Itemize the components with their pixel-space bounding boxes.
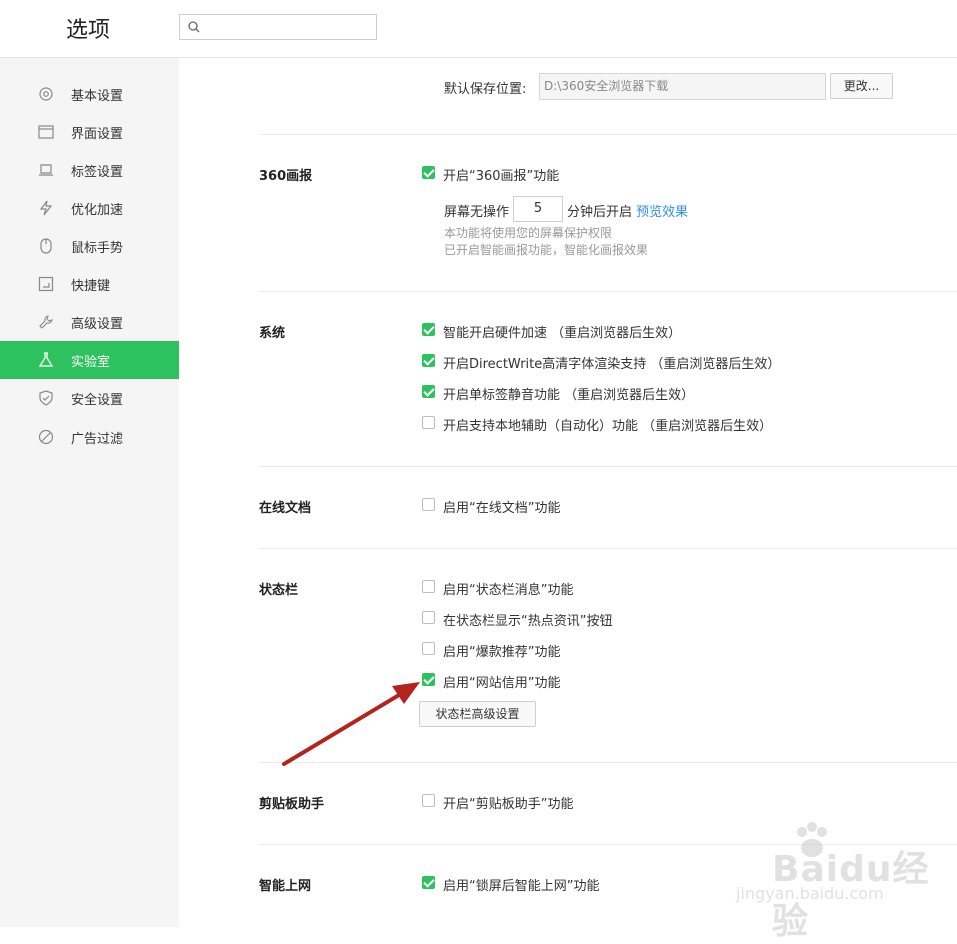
tab-icon	[39, 164, 53, 176]
watermark-sub: jingyan.baidu.com	[736, 884, 884, 903]
divider	[259, 291, 957, 292]
sidebar: 基本设置 界面设置 标签设置 优化加速 鼠标手势 快捷键 高级设置 实验室 安全…	[0, 58, 179, 927]
checkbox[interactable]	[422, 794, 435, 807]
huabao-enable-checkbox[interactable]	[422, 166, 435, 179]
preview-link[interactable]: 预览效果	[636, 205, 688, 220]
sidebar-item-tabs[interactable]: 标签设置	[0, 151, 179, 189]
window-icon	[38, 125, 54, 139]
sidebar-item-adblock[interactable]: 广告过滤	[0, 418, 179, 456]
option-label: 开启DirectWrite高清字体渲染支持 （重启浏览器后生效）	[443, 357, 781, 372]
section-title-online-docs: 在线文档	[259, 501, 312, 516]
keyboard-icon	[38, 276, 54, 292]
option-label: 启用“锁屏后智能上网”功能	[443, 879, 600, 894]
sidebar-item-shortcuts[interactable]: 快捷键	[0, 265, 179, 303]
sidebar-item-label: 广告过滤	[71, 432, 124, 447]
option-label: 开启支持本地辅助（自动化）功能 （重启浏览器后生效）	[443, 419, 773, 434]
sidebar-item-label: 安全设置	[71, 393, 124, 408]
sidebar-item-basic[interactable]: 基本设置	[0, 75, 179, 113]
section-title-system: 系统	[259, 326, 286, 341]
shield-icon	[39, 390, 53, 406]
option-label: 启用“爆款推荐”功能	[443, 645, 561, 660]
idle-suffix-label: 分钟后开启 预览效果	[567, 201, 688, 220]
sidebar-item-interface[interactable]: 界面设置	[0, 113, 179, 151]
section-title-smart-net: 智能上网	[259, 879, 312, 894]
download-path-field[interactable]: D:\360安全浏览器下载	[539, 73, 826, 100]
checkbox[interactable]	[422, 323, 435, 336]
mouse-icon	[40, 238, 52, 254]
idle-minutes-input[interactable]: 5	[513, 196, 563, 222]
sidebar-item-advanced[interactable]: 高级设置	[0, 303, 179, 341]
baidu-watermark: Baidu经验 jingyan.baidu.com	[732, 820, 932, 942]
section-title-clipboard: 剪贴板助手	[259, 797, 325, 812]
checkbox[interactable]	[422, 876, 435, 889]
flask-icon	[38, 352, 54, 367]
sidebar-item-label: 实验室	[71, 355, 111, 370]
search-icon	[188, 21, 200, 33]
lightning-icon	[39, 200, 53, 216]
option-label: 启用“状态栏消息”功能	[443, 583, 574, 598]
option-label: 在状态栏显示“热点资讯”按钮	[443, 614, 613, 629]
change-path-button[interactable]: 更改...	[830, 73, 893, 99]
sidebar-item-label: 高级设置	[71, 317, 124, 332]
idle-suffix-text: 分钟后开启	[567, 205, 633, 220]
search-box[interactable]	[179, 14, 377, 40]
checkbox[interactable]	[422, 580, 435, 593]
top-bar: 选项	[0, 0, 957, 58]
sidebar-item-label: 标签设置	[71, 165, 124, 180]
section-title-statusbar: 状态栏	[259, 583, 299, 598]
divider	[259, 548, 957, 549]
option-label: 智能开启硬件加速 （重启浏览器后生效）	[443, 326, 682, 341]
checkbox[interactable]	[422, 611, 435, 624]
sidebar-item-security[interactable]: 安全设置	[0, 379, 179, 417]
sidebar-item-label: 界面设置	[71, 127, 124, 142]
option-label: 启用“网站信用”功能	[443, 676, 561, 691]
divider	[259, 134, 957, 135]
page-title: 选项	[66, 18, 111, 43]
checkbox[interactable]	[422, 498, 435, 511]
checkbox[interactable]	[422, 385, 435, 398]
download-location-label: 默认保存位置:	[444, 82, 527, 97]
section-title-huabao: 360画报	[259, 169, 313, 184]
sidebar-item-label: 优化加速	[71, 203, 124, 218]
idle-prefix-label: 屏幕无操作	[444, 205, 510, 220]
checkbox[interactable]	[422, 354, 435, 367]
sidebar-item-label: 鼠标手势	[71, 241, 124, 256]
checkbox[interactable]	[422, 642, 435, 655]
search-input[interactable]	[204, 17, 376, 39]
huabao-note-1: 本功能将使用您的屏幕保护权限	[444, 226, 613, 240]
huabao-note-2: 已开启智能画报功能，智能化画报效果	[444, 243, 649, 257]
option-label: 启用“在线文档”功能	[443, 501, 561, 516]
checkbox[interactable]	[422, 416, 435, 429]
settings-main: 默认保存位置: D:\360安全浏览器下载 更改... 360画报 开启“360…	[179, 58, 957, 927]
gear-icon	[39, 87, 53, 101]
sidebar-item-mouse-gesture[interactable]: 鼠标手势	[0, 227, 179, 265]
option-label: 开启“剪贴板助手”功能	[443, 797, 574, 812]
option-label: 开启“360画报”功能	[443, 169, 560, 184]
sidebar-item-optimize[interactable]: 优化加速	[0, 189, 179, 227]
sidebar-item-lab[interactable]: 实验室	[0, 341, 179, 379]
option-label: 开启单标签静音功能 （重启浏览器后生效）	[443, 388, 695, 403]
sidebar-item-label: 基本设置	[71, 89, 124, 104]
annotation-arrow	[282, 682, 420, 766]
sidebar-item-label: 快捷键	[71, 279, 111, 294]
wrench-icon	[39, 315, 53, 329]
divider	[259, 466, 957, 467]
block-icon	[38, 429, 54, 445]
statusbar-advanced-button[interactable]: 状态栏高级设置	[419, 701, 536, 727]
